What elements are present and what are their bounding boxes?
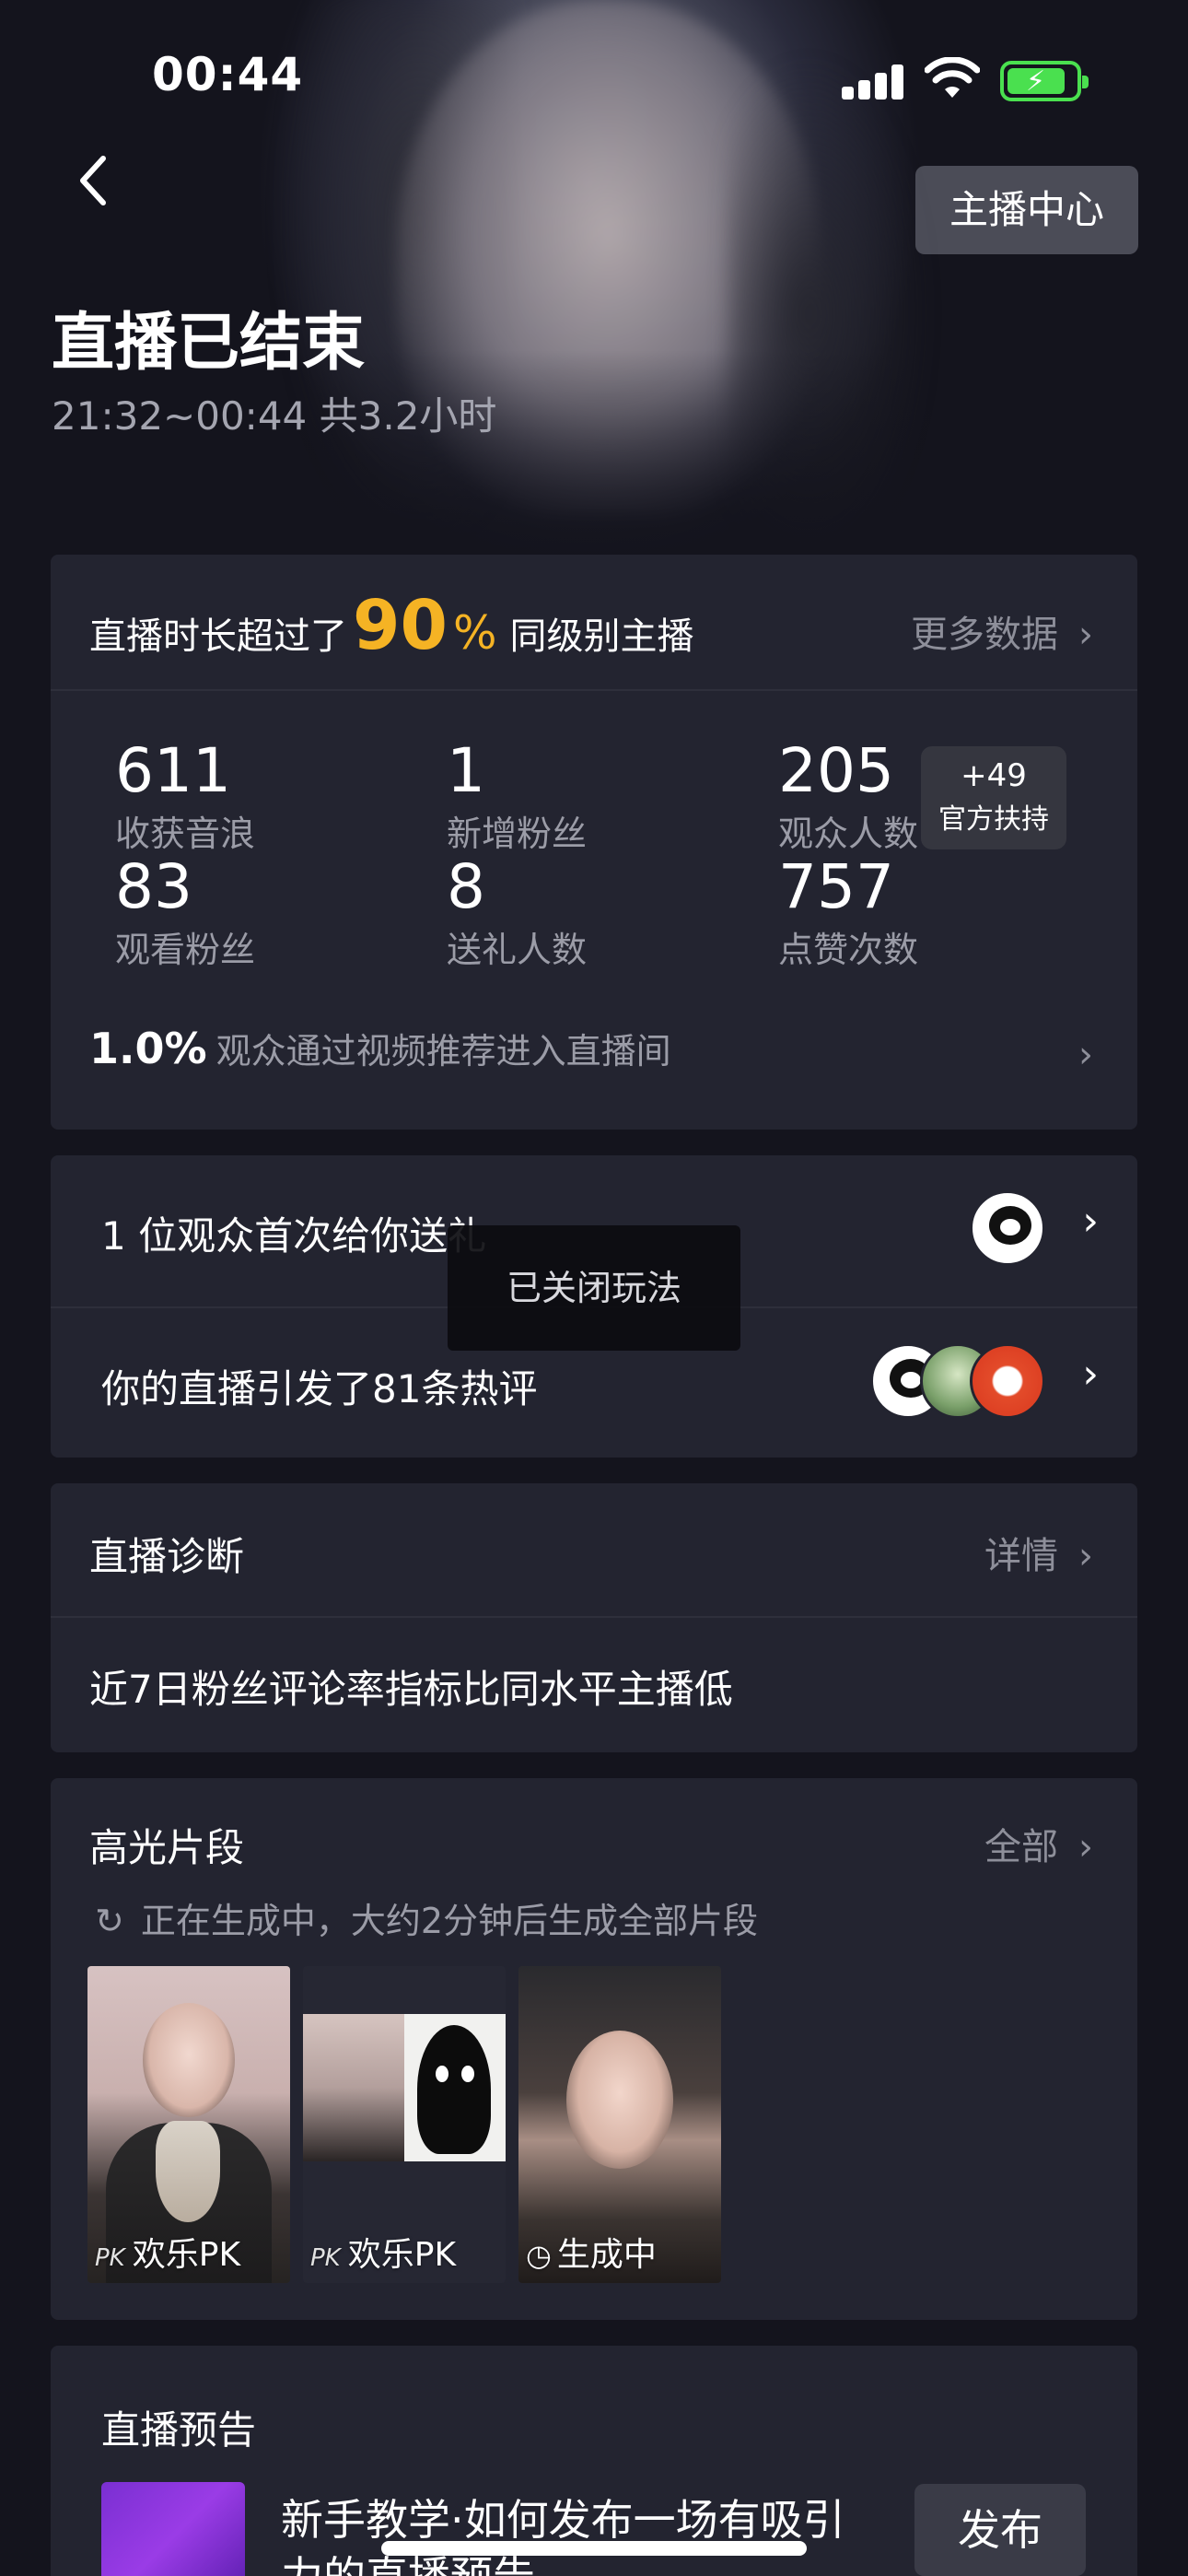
official-support-badge[interactable]: +49 官方扶持 [921,746,1066,849]
ranking-headline: 直播时长超过了 90 % 同级别主播 [89,586,694,665]
wifi-icon [925,57,980,98]
preview-title: 直播预告 [101,2407,257,2453]
publish-button[interactable]: 发布 [914,2484,1086,2576]
stat-viewers: 205 观众人数 [778,735,919,855]
anchor-center-button[interactable]: 主播中心 [915,166,1138,254]
refresh-icon: ↻ [95,1901,124,1941]
highlights-all-link[interactable]: 全部 › [984,1817,1093,1870]
live-duration: 21:32~00:44 共3.2小时 [52,393,497,439]
percent-value: 90 [353,586,448,665]
diagnosis-details-link[interactable]: 详情 › [984,1526,1093,1579]
stat-gifters: 8 送礼人数 [447,851,588,971]
divider [51,689,1137,691]
highlight-clip-generating[interactable]: ◷ 生成中 [518,1966,721,2283]
clock-icon: ◷ [526,2238,552,2273]
highlights-title: 高光片段 [89,1825,245,1870]
preview-tutorial-text[interactable]: 新手教学·如何发布一场有吸引力的直播预告 [281,2491,870,2576]
stat-watching-fans: 83 观看粉丝 [115,851,256,971]
back-arrow-icon[interactable] [66,147,122,212]
stat-new-fans: 1 新增粉丝 [447,735,588,855]
preview-thumbnail[interactable] [101,2482,245,2576]
avatar [970,1190,1045,1266]
chevron-right-icon: › [1078,1535,1093,1577]
diagnosis-card: 直播诊断 详情 › 近7日粉丝评论率指标比同水平主播低 [51,1483,1137,1752]
recommend-entry-row[interactable]: 1.0% 观众通过视频推荐进入直播间 [89,1023,671,1073]
highlight-clip[interactable]: PK 欢乐PK [87,1966,290,2283]
cellular-signal-icon [842,64,904,100]
generation-status: ↻ 正在生成中，大约2分钟后生成全部片段 [95,1901,759,1941]
toast-message: 已关闭玩法 [448,1225,740,1351]
highlights-card: 高光片段 全部 › ↻ 正在生成中，大约2分钟后生成全部片段 PK 欢乐PK PK 欢乐… [51,1778,1137,2320]
chevron-right-icon: › [1078,614,1093,656]
highlight-clip[interactable]: PK 欢乐PK [303,1966,506,2283]
divider [51,1616,1137,1618]
pk-icon: PK [95,2244,125,2272]
pk-icon: PK [310,2244,341,2272]
home-indicator[interactable] [381,2541,807,2556]
diagnosis-text: 近7日粉丝评论率指标比同水平主播低 [89,1667,733,1712]
battery-charging-icon: ⚡ [1000,61,1089,101]
chevron-right-icon: › [1078,1826,1093,1868]
avatar [970,1343,1045,1419]
stat-likes: 757 点赞次数 [778,851,919,971]
chevron-right-icon[interactable]: › [1082,1351,1099,1398]
diagnosis-title: 直播诊断 [89,1534,245,1579]
page-title: 直播已结束 [52,307,366,380]
status-bar: 00:44 ⚡ [0,0,1188,157]
chevron-right-icon[interactable]: › [1078,1034,1093,1076]
first-gift-row[interactable]: 1 位观众首次给你送礼 [101,1205,486,1261]
stat-sound-waves: 611 收获音浪 [115,735,256,855]
hot-comments-row[interactable]: 你的直播引发了81条热评 [101,1358,537,1414]
live-summary-card: 直播时长超过了 90 % 同级别主播 更多数据 › 611 收获音浪 1 新增粉丝 2… [51,555,1137,1130]
more-data-link[interactable]: 更多数据 › [911,604,1093,658]
chevron-right-icon[interactable]: › [1082,1198,1099,1245]
status-time: 00:44 [152,48,304,101]
